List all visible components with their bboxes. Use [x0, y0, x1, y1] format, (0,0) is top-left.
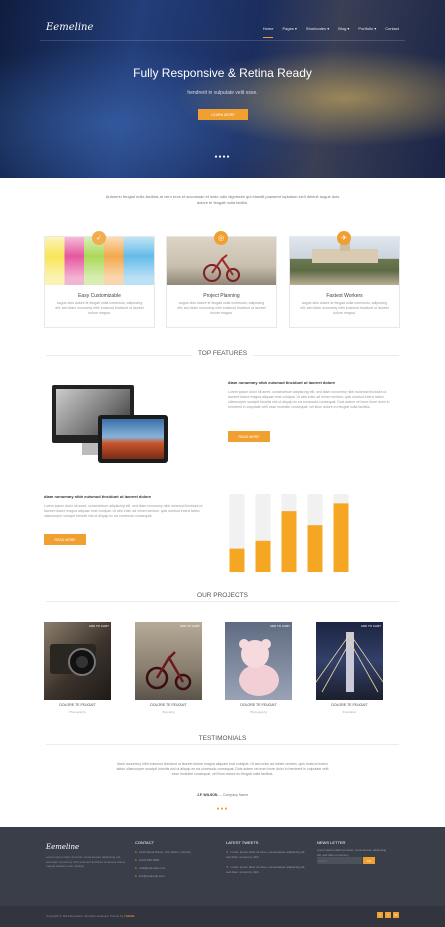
bar-2: [255, 540, 271, 572]
project-title[interactable]: DOLORE TE FEUGAIT: [135, 703, 202, 707]
service-title: Project Planning: [203, 293, 240, 299]
tablet-screen: [102, 419, 164, 459]
twitter-icon: ✦: [226, 850, 229, 854]
author-role: — Company Name: [218, 793, 249, 797]
linkedin-icon[interactable]: in: [393, 912, 399, 918]
projects-heading: OUR PROJECTS: [0, 592, 445, 599]
project-tag[interactable]: ADD TO CART: [89, 624, 109, 628]
tablet-image: [98, 415, 168, 463]
twitter-icon: ✦: [226, 865, 229, 869]
hero-banner: Eemeline Home Pages ▾ Shortcodes ▾ Blog …: [0, 0, 445, 178]
service-card-customizable: ✓ Easy Customizable augue duis dolore te…: [44, 231, 155, 328]
mail-icon: ●: [135, 866, 137, 870]
contact-heading: CONTACT: [135, 840, 155, 845]
nav-item-blog[interactable]: Blog ▾: [338, 26, 349, 38]
intro-text: Autumnu feugiat nulla facilisis at vero …: [105, 194, 340, 205]
top-features-heading: TOP FEATURES: [0, 350, 445, 357]
bar-chart: [229, 494, 349, 572]
footer-about: Lorem ipsum dolor sit amet, consectetuer…: [46, 855, 126, 868]
tweets-heading: LATEST TWEETS: [226, 840, 259, 845]
slider-dots[interactable]: ●●●●: [0, 154, 445, 160]
tricycle-image: ◎: [167, 231, 276, 285]
nav-item-pages[interactable]: Pages ▾: [282, 26, 296, 38]
project-card-tricycle[interactable]: ADD TO CART: [135, 622, 202, 700]
bar-1: [229, 548, 245, 572]
bar-3: [281, 511, 297, 572]
testimonial-author: J.F. WILSON — Company Name: [0, 793, 445, 797]
theme-link[interactable]: THEME: [124, 914, 135, 918]
main-nav: Home Pages ▾ Shortcodes ▾ Blog ▾ Portfol…: [262, 26, 399, 38]
contact-email[interactable]: ● mail@example.com: [135, 866, 165, 870]
project-title[interactable]: DOLORE TE FEUGAIT: [316, 703, 383, 707]
service-card-workers: ✈ Fastest Workers augue duis dolore te f…: [289, 231, 400, 328]
newsletter-text: Lorem ipsum dolor sit amet, consectetuer…: [317, 848, 387, 857]
hero-button[interactable]: LEARN MORE: [198, 109, 248, 120]
nav-item-shortcodes[interactable]: Shortcodes ▾: [306, 26, 329, 38]
copyright: Copyright © 2014 Eemeline. All rights re…: [46, 914, 135, 918]
logo[interactable]: Eemeline: [46, 22, 93, 33]
project-card-camera[interactable]: ADD TO CART: [44, 622, 111, 700]
tweet-item: ✦ Lorem ipsum dolor sit amet, consectetue…: [226, 850, 306, 859]
bottom-bar: Copyright © 2014 Eemeline. All rights re…: [0, 906, 445, 927]
newsletter-submit-button[interactable]: GO: [363, 857, 375, 864]
nav-item-contact[interactable]: Contact: [385, 26, 399, 38]
mail-icon: ●: [135, 874, 137, 878]
project-category: Photography: [68, 710, 86, 714]
project-title[interactable]: DOLORE TE FEUGAIT: [225, 703, 292, 707]
service-text: augue duis dolore te feugait nulla commo…: [300, 301, 389, 315]
feature-read-more-button[interactable]: READ MORE: [44, 534, 86, 545]
service-text: augue duis dolore te feugait nulla commo…: [177, 301, 266, 315]
feature-read-more-button[interactable]: READ MORE: [228, 431, 270, 442]
feature-title: diam nonummy nibh euismod tincidunt ut l…: [228, 380, 336, 385]
phone-icon: ●: [135, 858, 137, 862]
project-tag[interactable]: ADD TO CART: [361, 624, 381, 628]
service-title: Easy Customizable: [78, 293, 121, 299]
feature-title: diam nonummy nibh euismod tincidunt ut l…: [44, 494, 152, 499]
twitter-icon[interactable]: t: [385, 912, 391, 918]
project-category: Branding: [162, 710, 175, 714]
plane-icon: ✈: [337, 231, 351, 245]
contact-phone: ● (123) 456-7890: [135, 858, 160, 862]
service-text: augue duis dolore te feugait nulla commo…: [55, 301, 144, 315]
testimonials-heading: TESTIMONIALS: [0, 735, 445, 742]
project-tag[interactable]: ADD TO CART: [180, 624, 200, 628]
project-category: Illustration: [342, 710, 357, 714]
service-card-planning: ◎ Project Planning augue duis dolore te …: [166, 231, 277, 328]
nav-item-portfolio[interactable]: Portfolio ▾: [358, 26, 376, 38]
feature-text: Lorem ipsum dolor sit amet, consectetuer…: [228, 390, 390, 409]
divider: [40, 40, 405, 41]
project-category: Photography: [249, 710, 267, 714]
project-card-bridge[interactable]: ADD TO CART: [316, 622, 383, 700]
bar-5: [333, 503, 349, 572]
hero-title: Fully Responsive & Retina Ready: [133, 66, 312, 80]
tweet-item: ✦ Lorem ipsum dolor sit amet, consectetue…: [226, 865, 306, 874]
testimonial-quote: diam nonummy nibh euismod tincidunt ut l…: [116, 762, 329, 776]
map-pin-icon: ●: [135, 850, 137, 854]
newsletter-email-input[interactable]: [317, 857, 362, 864]
service-title: Fastest Workers: [326, 293, 363, 299]
contact-email-2[interactable]: ● info@example.com: [135, 874, 165, 878]
newsletter-heading: NEWS LETTER: [317, 840, 346, 845]
social-links: f t in: [377, 912, 399, 918]
page: Eemeline Home Pages ▾ Shortcodes ▾ Blog …: [0, 0, 445, 927]
target-icon: ◎: [214, 231, 228, 245]
divider: [46, 601, 399, 602]
facebook-icon[interactable]: f: [377, 912, 383, 918]
nav-item-home[interactable]: Home: [262, 26, 274, 38]
contact-address: ● 1234 Street Name, City Name, Country: [135, 850, 192, 854]
hero-subtitle: hendrerit in vulputate velit esse.: [187, 90, 258, 96]
footer-logo[interactable]: Eemeline: [46, 843, 79, 851]
project-title[interactable]: DOLORE TE FEUGAIT: [44, 703, 111, 707]
project-tag[interactable]: ADD TO CART: [270, 624, 290, 628]
footer: Eemeline Lorem ipsum dolor sit amet, con…: [0, 827, 445, 906]
ducks-image: ✓: [45, 231, 154, 285]
palace-image: ✈: [290, 231, 399, 285]
testimonial-dots[interactable]: ●●●: [0, 806, 445, 812]
bar-4: [307, 525, 323, 572]
feature-text: Lorem ipsum dolor sit amet, consectetuer…: [44, 504, 203, 518]
author-name: J.F. WILSON: [196, 793, 218, 797]
project-card-teddy[interactable]: ADD TO CART: [225, 622, 292, 700]
divider: [46, 744, 399, 745]
check-icon: ✓: [92, 231, 106, 245]
